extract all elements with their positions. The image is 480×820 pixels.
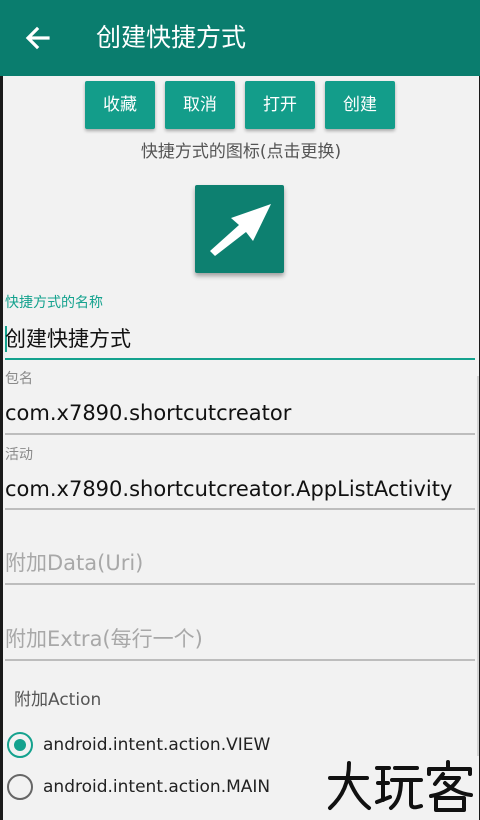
field-underline: [5, 358, 475, 360]
action-button-row: 收藏 取消 打开 创建: [3, 81, 479, 131]
icon-caption: 快捷方式的图标(点击更换): [140, 142, 342, 162]
package-value[interactable]: com.x7890.shortcutcreator: [5, 398, 291, 428]
activity-field[interactable]: 活动 com.x7890.shortcutcreator.AppListActi…: [5, 446, 475, 512]
form-card: 收藏 取消 打开 创建 快捷方式的图标(点击更换) 快捷方式的名称 创建快捷方式…: [3, 76, 479, 820]
arrow-left-icon[interactable]: [22, 22, 54, 54]
favorite-button[interactable]: 收藏: [85, 81, 155, 129]
diagonal-arrow-icon: [210, 204, 271, 256]
activity-value[interactable]: com.x7890.shortcutcreator.AppListActivit…: [5, 474, 452, 504]
cancel-button[interactable]: 取消: [165, 81, 235, 129]
radio-unchecked-icon[interactable]: [7, 774, 33, 800]
radio-checked-icon[interactable]: [7, 732, 33, 758]
radio-label: android.intent.action.VIEW: [43, 735, 271, 755]
shortcut-name-label: 快捷方式的名称: [5, 295, 103, 311]
field-underline: [5, 659, 475, 661]
package-field[interactable]: 包名 com.x7890.shortcutcreator: [5, 370, 475, 436]
open-button[interactable]: 打开: [245, 81, 315, 129]
field-underline: [5, 583, 475, 585]
page-title: 创建快捷方式: [96, 23, 247, 52]
package-label: 包名: [5, 371, 33, 387]
data-uri-placeholder[interactable]: 附加Data(Uri): [5, 548, 143, 578]
app-bar: 创建快捷方式: [0, 0, 480, 76]
field-underline: [5, 508, 475, 510]
create-button[interactable]: 创建: [325, 81, 395, 129]
data-uri-field[interactable]: 附加Data(Uri): [5, 546, 475, 586]
field-underline: [5, 433, 475, 435]
radio-label: android.intent.action.MAIN: [43, 777, 271, 797]
activity-label: 活动: [5, 447, 33, 463]
scrollbar[interactable]: [477, 376, 479, 756]
shortcut-name-value[interactable]: 创建快捷方式: [5, 324, 131, 354]
extra-placeholder[interactable]: 附加Extra(每行一个): [5, 624, 203, 654]
extra-field[interactable]: 附加Extra(每行一个): [5, 622, 475, 662]
shortcut-name-field[interactable]: 快捷方式的名称 创建快捷方式: [5, 294, 475, 364]
watermark-logo: [328, 760, 473, 812]
shortcut-icon-picker[interactable]: [195, 185, 284, 273]
radio-dot: [14, 739, 26, 751]
radio-action-view[interactable]: android.intent.action.VIEW: [7, 728, 447, 762]
action-section-label: 附加Action: [14, 690, 102, 710]
